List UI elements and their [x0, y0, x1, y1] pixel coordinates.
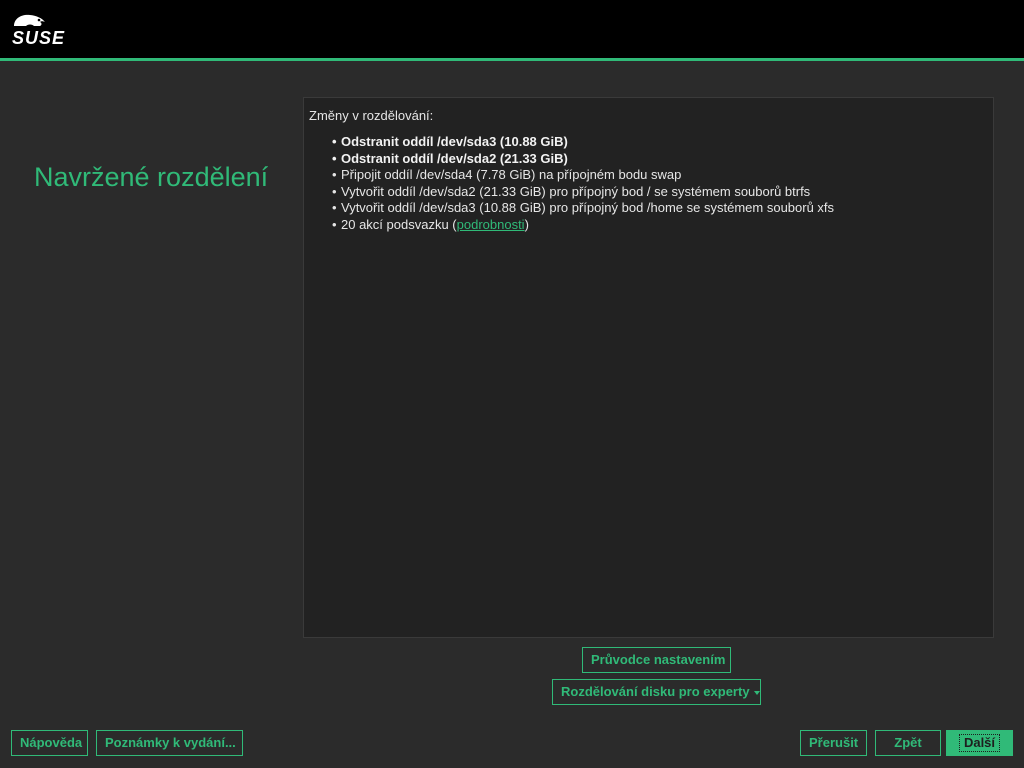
list-item: • Vytvořit oddíl /dev/sda2 (21.33 GiB) pr… [332, 183, 811, 199]
abort-button[interactable]: Přerušit [800, 730, 867, 756]
back-button[interactable]: Zpět [875, 730, 941, 756]
help-button[interactable]: Nápověda [11, 730, 88, 756]
chevron-down-icon [753, 690, 760, 695]
list-item: • 20 akcí podsvazku (podrobnosti) [332, 216, 529, 232]
details-link[interactable]: podrobnosti [457, 217, 525, 232]
page-title: Navržené rozdělení [34, 162, 269, 192]
partition-changes-panel: Změny v rozdělování: • Odstranit oddíl /d… [303, 97, 994, 638]
changes-heading: Změny v rozdělování: [309, 108, 434, 123]
release-notes-button[interactable]: Poznámky k vydání... [96, 730, 243, 756]
list-item: • Připojit oddíl /dev/sda4 (7.78 GiB) na … [332, 167, 682, 182]
changes-list: • Odstranit oddíl /dev/sda3 (10.88 GiB) •… [332, 134, 834, 233]
top-banner: SUSE [0, 0, 1024, 58]
expert-partitioner-button[interactable]: Rozdělování disku pro experty [552, 679, 761, 705]
list-item: • Odstranit oddíl /dev/sda3 (10.88 GiB) [332, 134, 568, 149]
next-button[interactable]: Další [946, 730, 1013, 756]
list-item: • Vytvořit oddíl /dev/sda3 (10.88 GiB) pr… [332, 200, 835, 215]
suse-logo: SUSE [12, 12, 82, 52]
list-item: • Odstranit oddíl /dev/sda2 (21.33 GiB) [332, 150, 568, 166]
banner-accent-line [0, 58, 1024, 61]
guided-setup-button[interactable]: Průvodce nastavením [582, 647, 731, 673]
suse-logo-text: SUSE [12, 28, 66, 48]
